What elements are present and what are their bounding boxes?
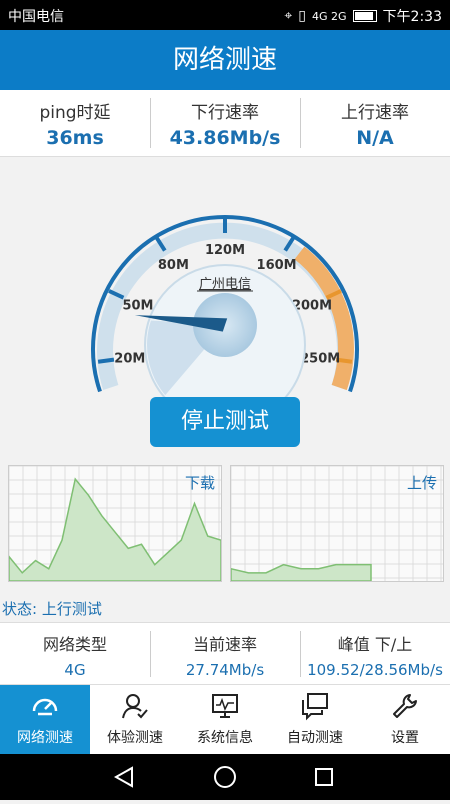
upload-graph-label: 上传 (406, 474, 437, 492)
info-label: 网络类型 (42, 635, 107, 654)
gauge-tick-label: 160M (257, 258, 297, 273)
info-label: 当前速率 (192, 635, 257, 654)
stop-test-button[interactable]: 停止测试 (150, 397, 300, 447)
speed-gauge: 020M50M80M120M160M200M250M300M 广州电信 (91, 215, 359, 400)
info-value: 109.52/28.56Mb/s (307, 661, 443, 679)
metric-ping: ping时延 36ms (0, 90, 150, 156)
info-value: 4G (64, 661, 86, 679)
location-icon: ⌖ (284, 8, 293, 24)
status-bar: 中国电信 ⌖ ▯ 4G 2G 下午2:33 (0, 0, 450, 30)
tab-experience-speed[interactable]: 体验测速 (90, 685, 180, 755)
tab-network-speed[interactable]: 网络测速 (0, 685, 90, 755)
upload-graph: 上传 (230, 465, 444, 582)
tab-label: 设置 (391, 730, 419, 746)
wrench-icon (393, 694, 417, 718)
gauge-tick-label: 50M (122, 298, 153, 313)
metric-value: N/A (356, 127, 394, 149)
back-icon[interactable] (113, 766, 133, 788)
clock: 下午2:33 (382, 9, 442, 25)
info-panel: 网络类型 4G 当前速率 27.74Mb/s 峰值 下/上 109.52/28.… (0, 622, 450, 685)
info-value: 27.74Mb/s (185, 661, 265, 679)
gauge-tick (97, 357, 115, 364)
gauge-tick-label: 250M (300, 352, 340, 367)
metric-upload: 上行速率 N/A (300, 90, 450, 156)
battery-icon (352, 10, 377, 22)
battery-level (354, 12, 373, 20)
download-graph: 下载 (8, 465, 222, 582)
tab-label: 自动测速 (287, 730, 343, 746)
tab-settings[interactable]: 设置 (360, 685, 450, 755)
metric-value: 36ms (46, 127, 104, 149)
info-label: 峰值 下/上 (337, 635, 413, 654)
tab-auto-speed[interactable]: 自动测速 (270, 685, 360, 755)
tab-label: 网络测速 (17, 730, 73, 746)
metric-label: 下行速率 (191, 103, 259, 123)
signal-icon: 4G 2G (312, 9, 347, 23)
info-network-type: 网络类型 4G (0, 623, 150, 685)
vibrate-icon: ▯ (298, 8, 306, 24)
tab-label: 系统信息 (197, 730, 253, 746)
recents-icon[interactable] (315, 768, 333, 786)
nav-buttons (113, 766, 333, 788)
isp-label: 广州电信 (199, 277, 251, 292)
page-title: 网络测速 (0, 30, 450, 90)
metrics-panel: ping时延 36ms 下行速率 43.86Mb/s 上行速率 N/A (0, 90, 450, 157)
gauge-tick-label: 80M (158, 258, 189, 273)
monitor-icon (212, 694, 238, 718)
metric-label: 上行速率 (341, 103, 409, 123)
info-current-speed: 当前速率 27.74Mb/s (150, 623, 300, 685)
tab-label: 体验测速 (107, 730, 163, 746)
metric-download: 下行速率 43.86Mb/s (150, 90, 300, 156)
status-icons: ⌖ ▯ 4G 2G 下午2:33 (284, 6, 442, 26)
system-nav-bar (0, 754, 450, 800)
bottom-tab-bar: 网络测速 体验测速 系统信息 自动测速 设置 (0, 684, 450, 755)
speedometer-icon (32, 698, 58, 716)
carrier-label: 中国电信 (8, 9, 64, 25)
home-icon[interactable] (214, 766, 236, 788)
download-graph-label: 下载 (184, 474, 215, 492)
gauge-tick-label: 20M (114, 352, 145, 367)
info-peak: 峰值 下/上 109.52/28.56Mb/s (300, 623, 450, 685)
gauge-tick-label: 120M (205, 243, 245, 258)
tab-system-info[interactable]: 系统信息 (180, 685, 270, 755)
metric-value: 43.86Mb/s (169, 127, 281, 149)
user-check-icon (122, 694, 148, 719)
test-status: 状态: 上行测试 (2, 600, 102, 618)
metric-label: ping时延 (39, 103, 111, 123)
chat-icon (302, 693, 328, 721)
